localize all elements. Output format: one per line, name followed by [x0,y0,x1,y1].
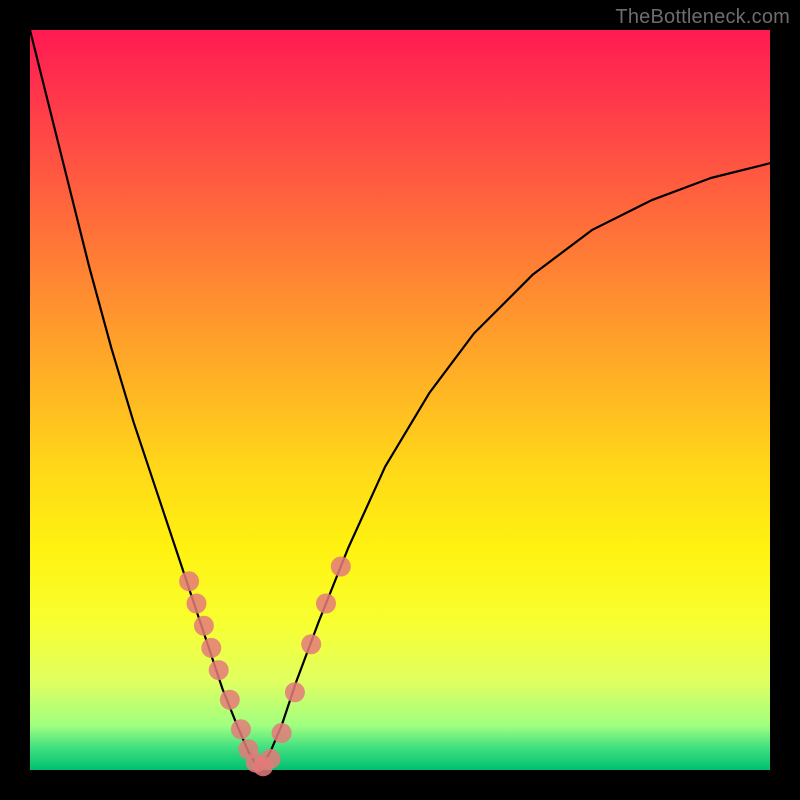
bottleneck-curve [30,30,770,770]
marker-point [301,634,321,654]
marker-point [187,594,207,614]
highlighted-points [179,557,351,777]
marker-point [285,682,305,702]
chart-overlay [30,30,770,770]
watermark-text: TheBottleneck.com [615,6,790,29]
marker-point [209,660,229,680]
chart-frame: TheBottleneck.com [0,0,800,800]
marker-point [316,594,336,614]
marker-point [261,749,281,769]
marker-point [331,557,351,577]
marker-point [201,638,221,658]
marker-point [179,571,199,591]
marker-point [231,719,251,739]
marker-point [272,723,292,743]
marker-point [220,690,240,710]
marker-point [194,616,214,636]
